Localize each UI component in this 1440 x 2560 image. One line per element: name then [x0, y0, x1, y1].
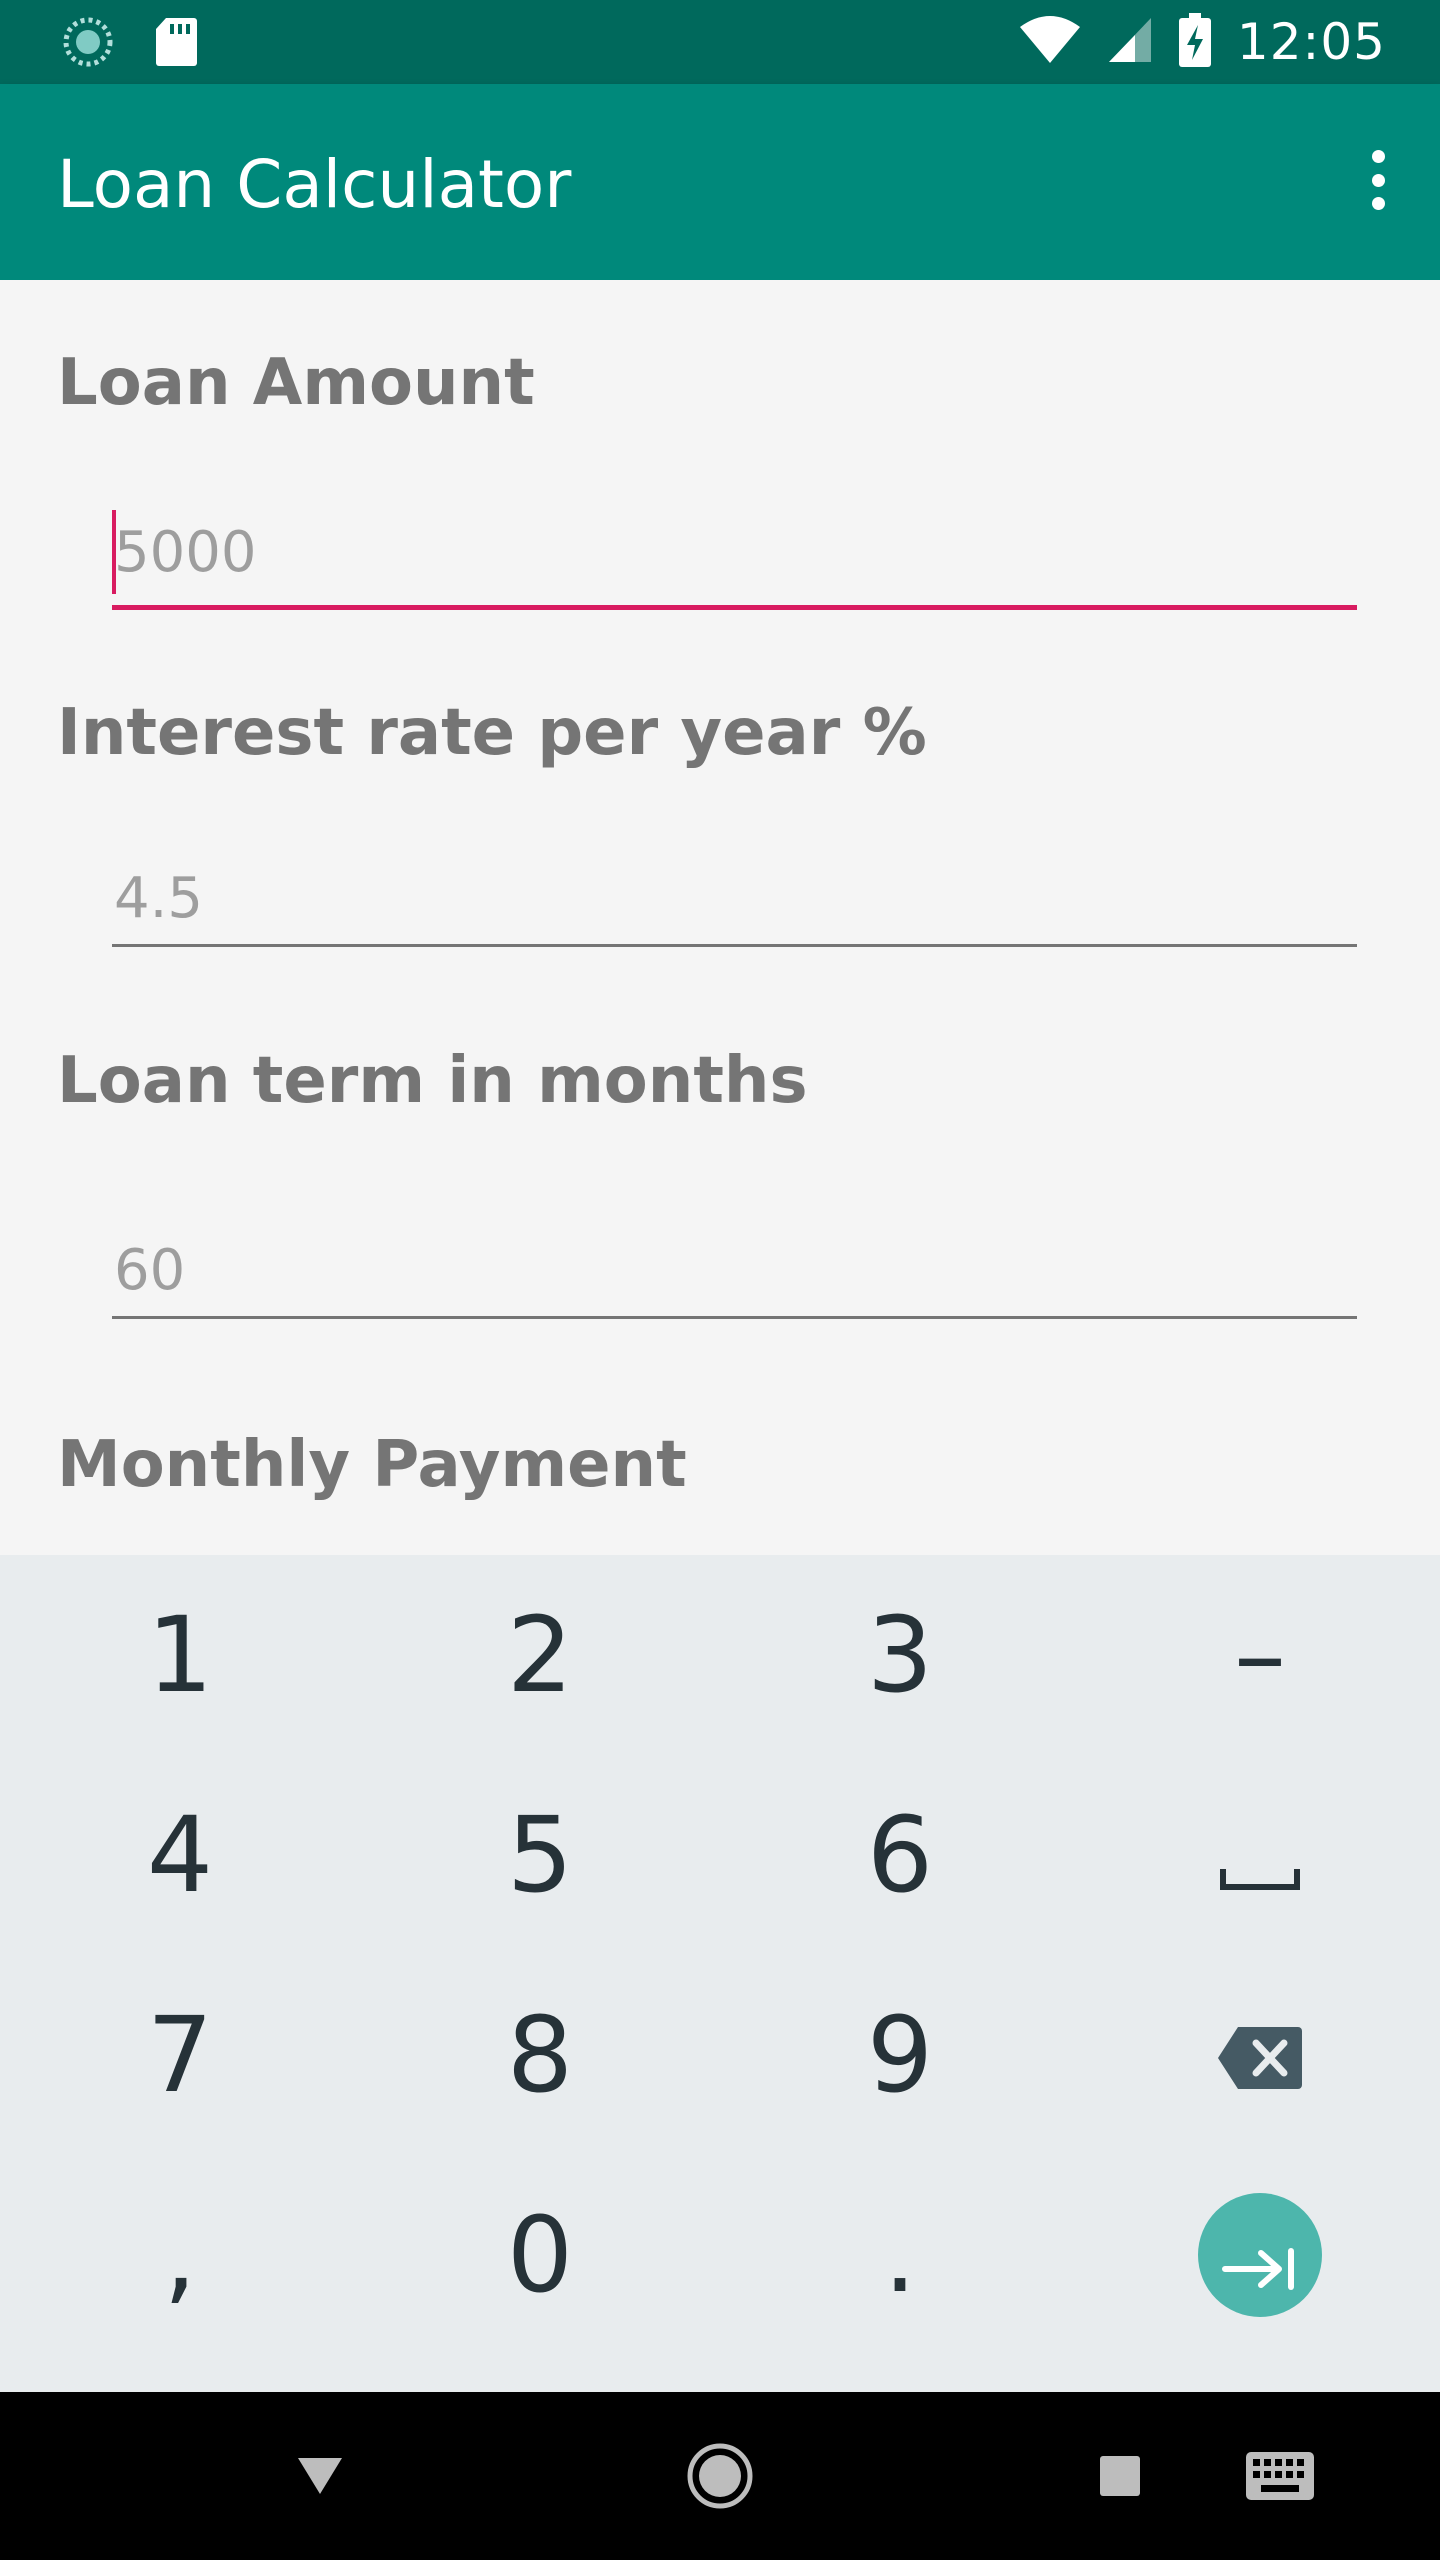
app-bar: Loan Calculator: [0, 84, 1440, 280]
navigation-bar: [0, 2392, 1440, 2560]
loan-form: Loan Amount 5000 Interest rate per year …: [0, 280, 1440, 1555]
interest-rate-field[interactable]: 4.5: [112, 860, 1357, 960]
status-left: [62, 16, 198, 73]
key-8[interactable]: 8: [360, 1955, 720, 2155]
keyboard-switch-icon[interactable]: [1230, 2434, 1330, 2518]
sync-icon: [62, 16, 114, 73]
loan-term-label: Loan term in months: [57, 1044, 808, 1118]
key-comma[interactable]: ,: [0, 2155, 360, 2355]
backspace-key[interactable]: [1080, 1955, 1440, 2155]
loan-amount-field[interactable]: 5000: [112, 506, 1357, 616]
app-title: Loan Calculator: [57, 146, 572, 223]
more-vert-icon[interactable]: [1356, 144, 1400, 216]
key-2[interactable]: 2: [360, 1555, 720, 1755]
signal-icon: [1107, 16, 1153, 69]
monthly-payment-label: Monthly Payment: [57, 1428, 687, 1502]
sd-card-icon: [154, 16, 198, 73]
wifi-icon: [1019, 15, 1081, 70]
loan-amount-placeholder: 5000: [114, 520, 257, 585]
back-icon[interactable]: [270, 2434, 370, 2518]
recents-icon[interactable]: [1070, 2434, 1170, 2518]
next-key[interactable]: [1080, 2155, 1440, 2355]
home-icon[interactable]: [670, 2434, 770, 2518]
next-button[interactable]: [1198, 2193, 1322, 2317]
interest-rate-label: Interest rate per year %: [57, 696, 927, 770]
key-dash[interactable]: –: [1080, 1555, 1440, 1755]
backspace-icon: [1216, 1994, 1304, 2116]
key-9[interactable]: 9: [720, 1955, 1080, 2155]
key-0[interactable]: 0: [360, 2155, 720, 2355]
loan-term-field[interactable]: 60: [112, 1232, 1357, 1332]
key-6[interactable]: 6: [720, 1755, 1080, 1955]
tab-next-icon: [1221, 2194, 1299, 2316]
interest-rate-placeholder: 4.5: [114, 866, 204, 931]
key-period[interactable]: .: [720, 2155, 1080, 2355]
loan-amount-underline: [112, 605, 1357, 610]
loan-term-placeholder: 60: [114, 1238, 186, 1303]
key-1[interactable]: 1: [0, 1555, 360, 1755]
numeric-keyboard: 1 2 3 – 4 5 6 7 8 9 , 0 .: [0, 1555, 1440, 2392]
space-icon: [1220, 1794, 1300, 1916]
loan-term-underline: [112, 1316, 1357, 1319]
status-bar: 12:05: [0, 0, 1440, 84]
key-7[interactable]: 7: [0, 1955, 360, 2155]
clock: 12:05: [1236, 13, 1386, 71]
key-5[interactable]: 5: [360, 1755, 720, 1955]
interest-rate-underline: [112, 944, 1357, 947]
status-right: 12:05: [1019, 10, 1386, 74]
key-3[interactable]: 3: [720, 1555, 1080, 1755]
key-4[interactable]: 4: [0, 1755, 360, 1955]
space-key[interactable]: [1080, 1755, 1440, 1955]
battery-charging-icon: [1178, 12, 1211, 72]
loan-amount-label: Loan Amount: [57, 346, 535, 420]
